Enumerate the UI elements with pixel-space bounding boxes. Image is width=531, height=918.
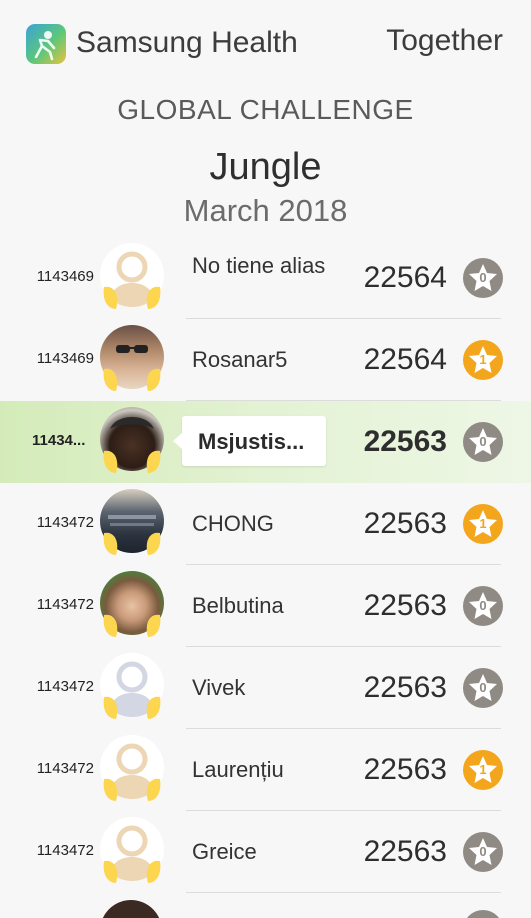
participant-name: Rosanar5 [192,347,288,372]
leaderboard-row[interactable]: 1143472 Greice 22563 0 [0,811,531,893]
badge-count: 0 [479,844,487,859]
user-avatar [98,325,166,395]
default-avatar-icon [98,653,166,723]
rank-value: 1143472 [36,760,94,777]
badge-count: 0 [479,680,487,695]
leaderboard-row-current-user[interactable]: 11434... Msjustis... 22563 0 [0,401,531,483]
default-avatar-icon [98,243,166,313]
step-count: 22563 [363,753,447,786]
leaderboard-row[interactable]: 1143472 Vivek 22563 0 [0,647,531,729]
rank-value: 1143469 [36,268,94,285]
user-avatar [98,571,166,641]
rank-value: 1143472 [36,596,94,613]
star-badge-icon: 1 [463,750,503,790]
step-count: 22564 [363,343,447,376]
default-avatar-icon [98,735,166,805]
together-link[interactable]: Together [386,24,503,58]
participant-name: CHONG [192,511,274,536]
star-badge-icon: 0 [463,832,503,872]
badge-count: 0 [479,434,487,449]
rank-value: 1143472 [36,678,94,695]
leaderboard-row[interactable]: 1143469 Rosanar5 22564 1 [0,319,531,401]
leaderboard-row[interactable]: 1143472 Belbutina 22563 0 [0,565,531,647]
user-avatar [98,407,166,477]
user-avatar [98,489,166,559]
leaderboard-row[interactable]: 1143472 CHONG 22563 1 [0,483,531,565]
step-count: 22564 [363,261,447,294]
badge-count: 1 [479,352,487,367]
app-header: Samsung Health Together [0,0,531,88]
star-badge-icon: 1 [463,340,503,380]
star-badge-icon: 0 [463,422,503,462]
leaderboard-list[interactable]: 1143469 No tiene alias 22564 0 1143469 R… [0,237,531,893]
rank-value: 1143469 [36,350,94,367]
step-count: 22563 [363,425,447,458]
star-badge-icon: 0 [463,258,503,298]
star-badge-icon: 1 [463,504,503,544]
current-user-name-callout: Msjustis... [173,416,326,466]
row-divider [186,892,501,893]
rank-value: 1143472 [36,842,94,859]
step-count: 22563 [363,507,447,540]
participant-name: Msjustis... [198,429,305,454]
samsung-health-logo-icon[interactable] [26,24,66,64]
step-count: 22563 [363,589,447,622]
badge-count: 0 [479,598,487,613]
badge-count: 1 [479,762,487,777]
leaderboard-row[interactable]: 1143469 No tiene alias 22564 0 [0,237,531,319]
star-badge-icon: 0 [463,586,503,626]
challenge-date: March 2018 [183,193,348,228]
participant-name: Belbutina [192,593,284,618]
default-avatar-icon [98,817,166,887]
badge-count: 0 [479,270,487,285]
rank-value: 1143472 [36,514,94,531]
leaderboard-row[interactable]: 1143472 Laurențiu 22563 1 [0,729,531,811]
app-title: Samsung Health [76,26,298,59]
badge-count: 1 [479,516,487,531]
participant-name: Greice [192,839,257,864]
challenge-type-label: GLOBAL CHALLENGE [117,94,414,125]
step-count: 22563 [363,671,447,704]
star-badge-icon: 0 [463,668,503,708]
rank-value: 11434... [32,432,86,449]
participant-name: Laurențiu [192,757,284,782]
step-count: 22563 [363,835,447,868]
next-row-avatar-partial [98,900,164,918]
challenge-name: Jungle [209,146,322,188]
participant-name: Vivek [192,675,246,700]
next-row-badge-partial [463,910,503,918]
participant-name: No tiene alias [192,253,326,278]
